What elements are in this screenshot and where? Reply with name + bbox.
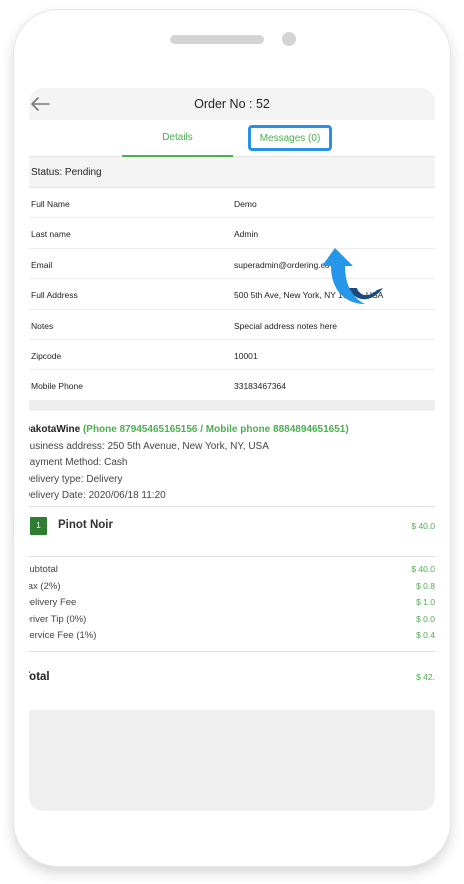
- total-value: $ 0.8: [416, 580, 435, 591]
- total-row: Service Fee (1%) $ 0.4: [29, 630, 435, 647]
- totals-list: Subtotal $ 40.0 Tax (2%) $ 0.8 Delivery Fee $…: [29, 564, 435, 647]
- detail-label: Mobile Phone: [31, 381, 83, 392]
- total-value: $ 0.4: [416, 630, 435, 640]
- page-title: Order No : 52: [194, 97, 270, 111]
- detail-label: Zipcode: [31, 350, 62, 361]
- bottom-panel: [29, 710, 435, 811]
- total-value: $ 40.0: [411, 564, 435, 574]
- business-phones: (Phone 87945465165156 / Mobile phone 888…: [82, 424, 349, 435]
- phone-camera: [282, 32, 296, 46]
- detail-label: Full Address: [31, 290, 78, 301]
- detail-row: Mobile Phone 33183467364: [29, 370, 435, 401]
- total-label: Subtotal: [29, 564, 58, 575]
- business-info: DakotaWine (Phone 87945465165156 / Mobil…: [29, 422, 435, 505]
- divider: [29, 651, 435, 652]
- divider: [29, 556, 435, 557]
- grand-total: Total $ 42.: [29, 671, 435, 687]
- app-screen: Order No : 52 Details Messages (0) Statu…: [29, 88, 435, 811]
- header-bar: Order No : 52: [29, 88, 435, 120]
- delivery-type: Delivery type: Delivery: [29, 473, 123, 485]
- order-status: Status: Pending: [29, 157, 435, 188]
- phone-frame: Order No : 52 Details Messages (0) Statu…: [14, 10, 450, 866]
- total-label: Delivery Fee: [29, 597, 77, 608]
- total-label: Tax (2%): [29, 580, 61, 592]
- total-row: Subtotal $ 40.0: [29, 564, 435, 581]
- phone-speaker: [170, 35, 264, 44]
- total-row: Delivery Fee $ 1.0: [29, 597, 435, 614]
- divider: [29, 506, 435, 507]
- tab-messages[interactable]: Messages (0): [248, 125, 332, 151]
- payment-method: Payment Method: Cash: [29, 457, 128, 468]
- detail-value: Special address notes here: [234, 320, 338, 331]
- item-price: $ 40.0: [411, 521, 435, 531]
- detail-value: superadmin@ordering.co: [234, 259, 330, 270]
- tab-bar: Details Messages (0): [29, 120, 435, 157]
- order-item: 1 Pinot Noir $ 40.0: [29, 516, 435, 546]
- item-name: Pinot Noir: [58, 519, 113, 531]
- business-name: DakotaWine: [29, 424, 81, 435]
- grand-total-label: Total: [29, 671, 50, 683]
- total-value: $ 0.0: [416, 613, 435, 624]
- detail-label: Email: [31, 259, 53, 270]
- section-divider: [29, 401, 435, 411]
- total-row: Tax (2%) $ 0.8: [29, 581, 435, 598]
- detail-row: Last name Admin: [29, 218, 435, 249]
- detail-value: Demo: [234, 199, 257, 209]
- curved-arrow-up-icon: [322, 248, 383, 304]
- detail-row: Zipcode 10001: [29, 340, 435, 371]
- detail-row: Full Name Demo: [29, 188, 435, 219]
- total-label: Driver Tip (0%): [29, 613, 87, 625]
- detail-value: 10001: [234, 350, 258, 361]
- total-value: $ 1.0: [416, 597, 435, 607]
- total-row: Driver Tip (0%) $ 0.0: [29, 614, 435, 631]
- detail-label: Full Name: [31, 199, 70, 209]
- grand-total-value: $ 42.: [416, 672, 435, 682]
- detail-value: Admin: [234, 229, 259, 240]
- detail-label: Notes: [31, 320, 54, 331]
- tab-details[interactable]: Details: [122, 132, 233, 143]
- detail-value: 33183467364: [234, 381, 287, 392]
- detail-label: Last name: [31, 229, 71, 240]
- business-address: Business address: 250 5th Avenue, New Yo…: [29, 440, 269, 452]
- delivery-date: Delivery Date: 2020/06/18 11:20: [29, 490, 166, 501]
- detail-row: Notes Special address notes here: [29, 310, 435, 340]
- total-label: Service Fee (1%): [29, 630, 97, 641]
- item-quantity-badge: 1: [30, 517, 47, 535]
